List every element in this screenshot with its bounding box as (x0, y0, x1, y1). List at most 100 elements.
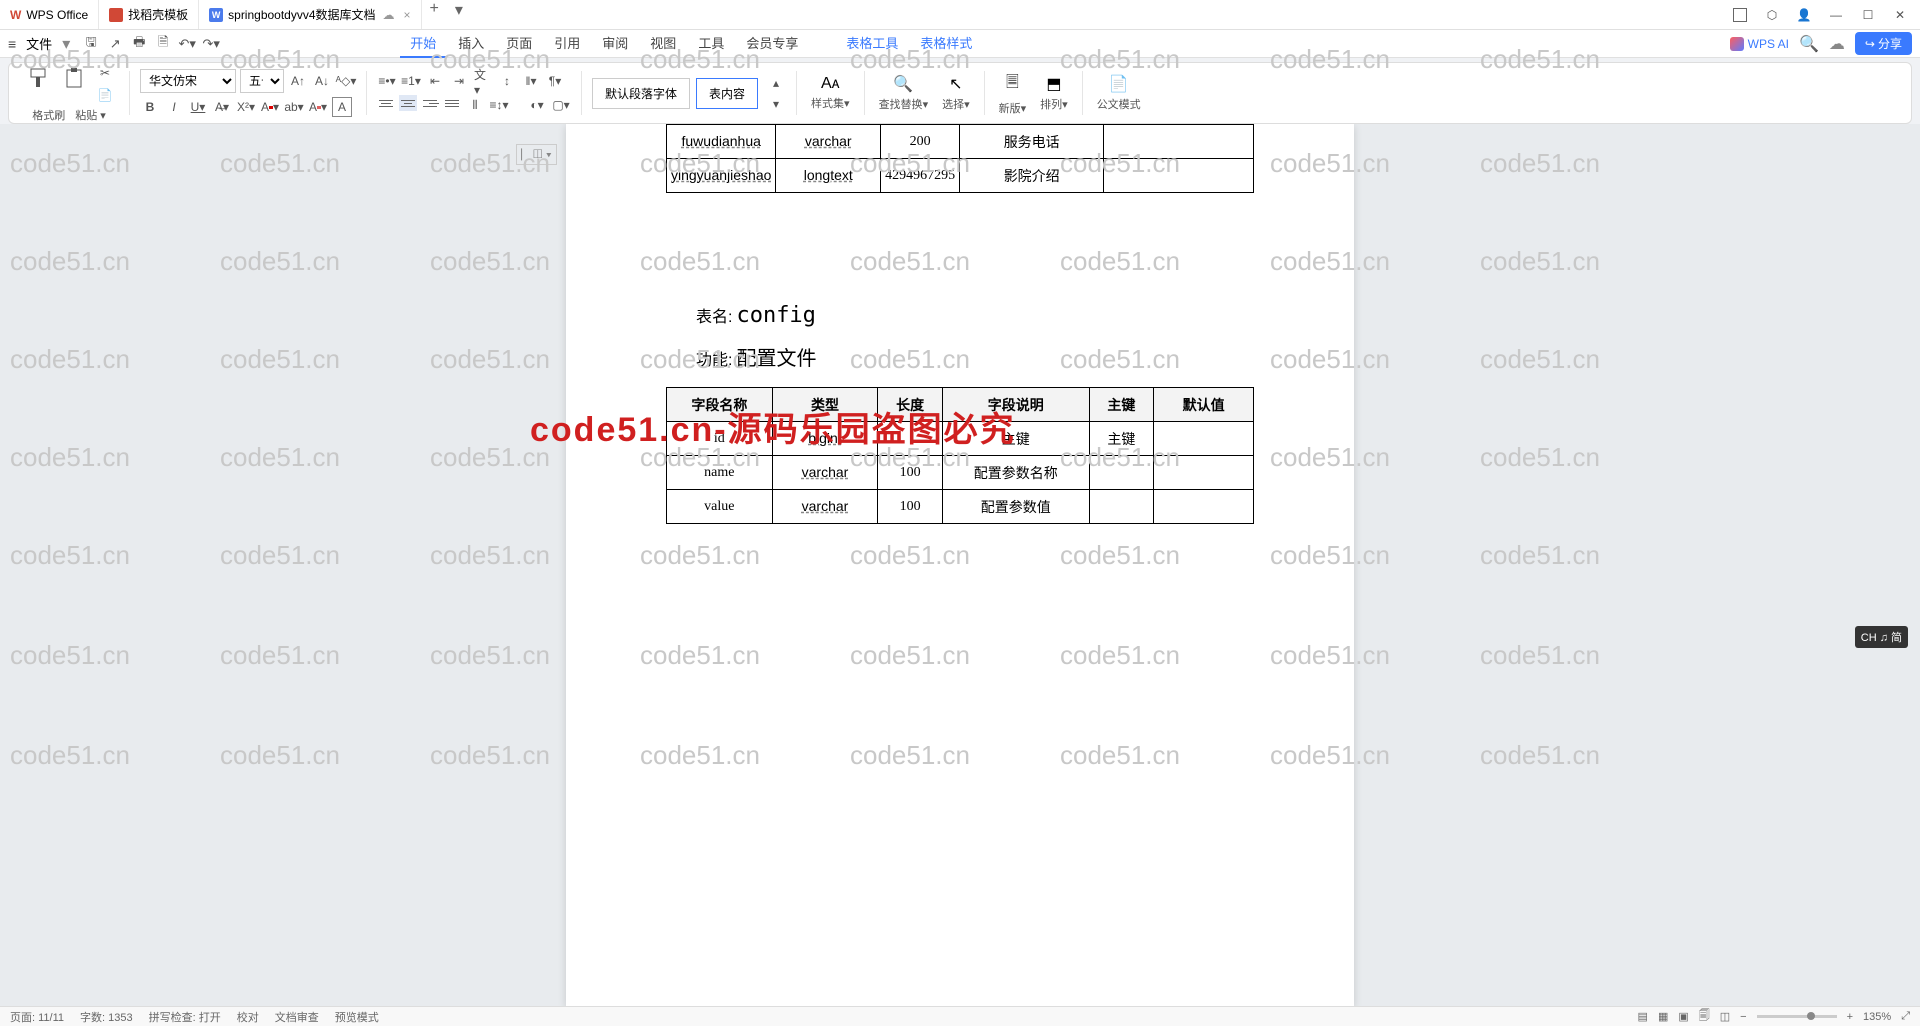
search-icon[interactable]: 🔍 (1799, 34, 1819, 54)
menu-tab-table-style[interactable]: 表格样式 (910, 29, 982, 58)
zoom-out-button[interactable]: − (1740, 1011, 1746, 1023)
menu-tab-insert[interactable]: 插入 (448, 29, 494, 58)
fit-page-icon[interactable]: ⤢ (1901, 1010, 1910, 1023)
font-size-select[interactable]: 五号 (240, 69, 284, 93)
borders-button[interactable]: ▢▾ (551, 95, 571, 115)
section-group[interactable]: 🗏 新版▾ (995, 71, 1031, 116)
status-mode[interactable]: 预览模式 (335, 1009, 379, 1025)
bold-button[interactable]: B (140, 97, 160, 117)
select-group[interactable]: ↖ 选择▾ (938, 74, 974, 112)
distribute-button[interactable]: ⫴ (465, 95, 485, 115)
undo-icon[interactable]: ↶▾ (178, 35, 196, 53)
app-tab-document[interactable]: W springbootdyvv4数据库文档 ☁ × (199, 0, 421, 29)
table-row[interactable]: id bigint 主键 主键 (667, 422, 1254, 456)
styles-set-group[interactable]: Aᴀ 样式集▾ (807, 75, 854, 111)
maximize-button[interactable]: ☐ (1854, 3, 1882, 27)
zoom-level[interactable]: 135% (1863, 1011, 1891, 1023)
redo-icon[interactable]: ↷▾ (202, 35, 220, 53)
paragraph-toggle[interactable]: ⎸◫ ▾ (516, 144, 557, 165)
char-border-button[interactable]: A (332, 97, 352, 117)
file-menu[interactable]: 文件 (20, 34, 58, 53)
increase-font-icon[interactable]: A↑ (288, 71, 308, 91)
hamburger-icon[interactable]: ≡ (8, 36, 16, 52)
table-row[interactable]: name varchar 100 配置参数名称 (667, 456, 1254, 490)
avatar-icon[interactable]: 👤 (1790, 3, 1818, 27)
align-justify-button[interactable] (443, 95, 461, 111)
menu-tab-tools[interactable]: 工具 (688, 29, 734, 58)
file-dropdown-icon[interactable]: ▾ (62, 34, 70, 54)
table-row[interactable]: yingyuanjieshao longtext 4294967295 影院介绍 (667, 159, 1254, 193)
package-icon[interactable]: ⬡ (1758, 3, 1786, 27)
zoom-in-button[interactable]: + (1847, 1011, 1853, 1023)
menu-tab-member[interactable]: 会员专享 (736, 29, 808, 58)
status-page[interactable]: 页面: 11/11 (10, 1009, 64, 1025)
zoom-slider[interactable] (1757, 1015, 1837, 1018)
app-tab-home[interactable]: W WPS Office (0, 0, 99, 29)
table-row[interactable]: fuwudianhua varchar 200 服务电话 (667, 125, 1254, 159)
arrange-group[interactable]: ⬒ 排列▾ (1036, 74, 1072, 112)
line-height-button[interactable]: ≡↕▾ (489, 95, 509, 115)
app-tab-template[interactable]: 找稻壳模板 (99, 0, 199, 29)
minimize-button[interactable]: — (1822, 3, 1850, 27)
document-area[interactable]: ⎸◫ ▾ fuwudianhua varchar 200 服务电话 yingyu… (0, 124, 1920, 1006)
view-reading-icon[interactable]: ◫ (1720, 1010, 1730, 1023)
view-mode-4-icon[interactable]: 🗐 (1699, 1007, 1710, 1026)
copy-icon[interactable]: 📄 (95, 85, 115, 105)
underline-button[interactable]: U▾ (188, 97, 208, 117)
decrease-font-icon[interactable]: A↓ (312, 71, 332, 91)
status-correction[interactable]: 校对 (237, 1009, 259, 1025)
share-button[interactable]: ↪ 分享 (1855, 32, 1912, 55)
menu-tab-page[interactable]: 页面 (496, 29, 542, 58)
format-brush-icon[interactable] (23, 63, 53, 93)
sort-icon[interactable]: ↕ (497, 71, 517, 91)
wps-ai-button[interactable]: WPS AI (1730, 37, 1789, 51)
align-right-button[interactable] (421, 95, 439, 111)
style-default[interactable]: 默认段落字体 (592, 78, 690, 109)
highlight-button[interactable]: ab▾ (284, 97, 304, 117)
increase-indent-icon[interactable]: ⇥ (449, 71, 469, 91)
menu-tab-table-tools[interactable]: 表格工具 (836, 29, 908, 58)
decrease-indent-icon[interactable]: ⇤ (425, 71, 445, 91)
compact-mode-icon[interactable] (1726, 3, 1754, 27)
document-page[interactable]: ⎸◫ ▾ fuwudianhua varchar 200 服务电话 yingyu… (566, 124, 1354, 1006)
menu-tab-start[interactable]: 开始 (400, 29, 446, 58)
show-marks-icon[interactable]: ¶▾ (545, 71, 565, 91)
font-name-select[interactable]: 华文仿宋 (140, 69, 236, 93)
number-list-icon[interactable]: ≡1▾ (401, 71, 421, 91)
close-tab-button[interactable]: × (404, 8, 411, 22)
status-compatibility[interactable]: 文档审查 (275, 1009, 319, 1025)
strikethrough-button[interactable]: A̶▾ (212, 97, 232, 117)
table-header-row[interactable]: 字段名称 类型 长度 字段说明 主键 默认值 (667, 388, 1254, 422)
cut-icon[interactable]: ✂ (95, 63, 115, 83)
menu-tab-view[interactable]: 视图 (640, 29, 686, 58)
preview-icon[interactable]: 🗎 (154, 35, 172, 53)
align-left-button[interactable] (377, 95, 395, 111)
menu-tab-reference[interactable]: 引用 (544, 29, 590, 58)
superscript-button[interactable]: X²▾ (236, 97, 256, 117)
align-center-button[interactable] (399, 95, 417, 111)
cloud-icon[interactable]: ☁ (1829, 34, 1845, 54)
find-replace-group[interactable]: 🔍 查找替换▾ (875, 74, 933, 112)
font-color-button[interactable]: A▾ (260, 97, 280, 117)
style-gallery-up[interactable]: ▴ (766, 73, 786, 93)
theme-color-button[interactable]: A▾ (308, 97, 328, 117)
tab-menu-button[interactable]: ▾ (447, 0, 471, 29)
new-tab-button[interactable]: + (422, 0, 447, 29)
table-row[interactable]: value varchar 100 配置参数值 (667, 490, 1254, 524)
bullet-list-icon[interactable]: ≡•▾ (377, 71, 397, 91)
doc-mode-group[interactable]: 📄 公文模式 (1093, 74, 1145, 112)
table-config[interactable]: 字段名称 类型 长度 字段说明 主键 默认值 id bigint 主键 主键 n… (666, 387, 1254, 524)
shading-button[interactable]: ◐▾ (527, 95, 547, 115)
clear-format-icon[interactable]: ᴬ◇▾ (336, 71, 356, 91)
italic-button[interactable]: I (164, 97, 184, 117)
line-spacing-icon[interactable]: ‖▾ (521, 71, 541, 91)
text-direction-icon[interactable]: 文▾ (473, 71, 493, 91)
style-content[interactable]: 表内容 (696, 78, 758, 109)
table-previous[interactable]: fuwudianhua varchar 200 服务电话 yingyuanjie… (666, 124, 1254, 193)
status-words[interactable]: 字数: 1353 (80, 1009, 133, 1025)
print-icon[interactable]: 🖶 (130, 35, 148, 53)
view-mode-3-icon[interactable]: ▣ (1678, 1010, 1688, 1023)
save-icon[interactable]: 🖫 (82, 35, 100, 53)
paste-icon[interactable] (59, 63, 89, 93)
paste-label[interactable]: 粘贴 ▾ (75, 107, 106, 123)
